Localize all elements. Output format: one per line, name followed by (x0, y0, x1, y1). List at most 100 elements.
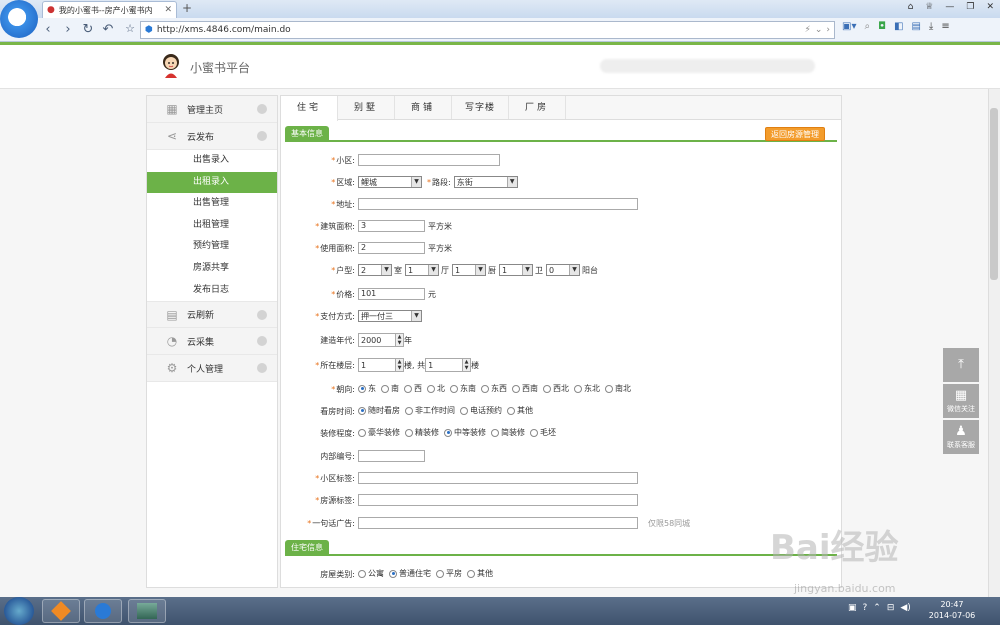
back-to-top-button[interactable]: ⤒ (943, 348, 979, 382)
tab-shop[interactable]: 商铺 (395, 96, 452, 119)
back-to-listing-button[interactable]: 返回房源管理 (765, 127, 825, 141)
orientation-option[interactable]: 南 (381, 383, 399, 394)
community-input[interactable] (358, 154, 500, 166)
expand-dot-icon[interactable] (257, 131, 267, 141)
stepper-arrows-icon[interactable]: ▲ ▼ (395, 359, 403, 371)
ad-input[interactable] (358, 517, 638, 529)
stepper-arrows-icon[interactable]: ▲ ▼ (395, 334, 403, 346)
kitchen-select[interactable]: 1 ▼ (452, 264, 486, 276)
viewing-option[interactable]: 随时看房 (358, 405, 400, 416)
radio-icon[interactable] (507, 406, 515, 415)
tray-app-icon[interactable]: ▣ (848, 603, 857, 613)
help-icon[interactable]: ? (863, 603, 868, 613)
radio-icon[interactable] (405, 428, 413, 437)
wechat-follow-button[interactable]: ▦ 微信关注 (943, 384, 979, 418)
blue-app-icon[interactable]: ◧ (894, 21, 903, 32)
room-select[interactable]: 2 ▼ (358, 264, 392, 276)
bath-select[interactable]: 1 ▼ (499, 264, 533, 276)
taskbar-app-image-icon[interactable] (128, 599, 166, 623)
scrollbar-thumb[interactable] (990, 108, 998, 280)
decoration-option[interactable]: 简装修 (491, 427, 525, 438)
decoration-option[interactable]: 豪华装修 (358, 427, 400, 438)
radio-icon[interactable] (358, 384, 366, 393)
start-button-icon[interactable] (4, 597, 34, 625)
lock-icon[interactable]: ⌂ (908, 2, 914, 12)
tab-factory[interactable]: 厂房 (509, 96, 566, 119)
network-icon[interactable]: ⊟ (887, 603, 895, 613)
taskbar-app-diamond-icon[interactable] (42, 599, 80, 623)
stepper-arrows-icon[interactable]: ▲ ▼ (462, 359, 471, 371)
radio-icon[interactable] (389, 569, 397, 578)
decoration-option[interactable]: 毛坯 (530, 427, 556, 438)
undo-icon[interactable]: ↶ (100, 22, 116, 38)
decoration-option[interactable]: 中等装修 (444, 427, 486, 438)
browser-tab[interactable]: ● 我的小蜜书--房产小蜜书内 ✕ (42, 1, 177, 18)
sidebar-item-cloud-publish[interactable]: ⋖ 云发布 (147, 123, 277, 150)
radio-icon[interactable] (427, 384, 435, 393)
tab-office[interactable]: 写字楼 (452, 96, 509, 119)
house-type-option[interactable]: 普通住宅 (389, 568, 431, 579)
taskbar-app-browser-icon[interactable] (84, 599, 122, 623)
dropdown-icon[interactable]: ⌄ (815, 25, 823, 35)
sidebar-sub-appointment[interactable]: 预约管理 (147, 236, 277, 258)
orientation-option[interactable]: 东 (358, 383, 376, 394)
expand-dot-icon[interactable] (257, 310, 267, 321)
radio-icon[interactable] (358, 406, 366, 415)
radio-icon[interactable] (450, 384, 458, 393)
radio-icon[interactable] (381, 384, 389, 393)
clock[interactable]: 20:47 2014-07-06 (922, 599, 982, 621)
viewing-option[interactable]: 电话预约 (460, 405, 502, 416)
use-area-input[interactable]: 2 (358, 242, 425, 254)
orientation-option[interactable]: 西 (404, 383, 422, 394)
sidebar-item-cloud-refresh[interactable]: ▤ 云刷新 (147, 301, 277, 329)
orientation-option[interactable]: 南北 (605, 383, 631, 394)
sidebar-sub-log[interactable]: 发布日志 (147, 280, 277, 302)
radio-icon[interactable] (460, 406, 468, 415)
search-icon[interactable]: ⌕ (864, 21, 870, 32)
shirt-icon[interactable]: ♕ (925, 2, 933, 12)
sidebar-sub-sale-entry[interactable]: 出售录入 (147, 150, 277, 172)
house-type-option[interactable]: 其他 (467, 568, 493, 579)
radio-icon[interactable] (491, 428, 499, 437)
sidebar-item-cloud-collect[interactable]: ◔ 云采集 (147, 328, 277, 356)
tab-residence[interactable]: 住宅 (281, 96, 338, 121)
road-select[interactable]: 东街 ▼ (453, 176, 518, 188)
site-logo-icon[interactable] (160, 52, 182, 78)
chevron-icon[interactable]: ⌃ (873, 603, 881, 613)
expand-dot-icon[interactable] (257, 336, 267, 347)
radio-icon[interactable] (574, 384, 582, 393)
expand-dot-icon[interactable] (257, 104, 267, 114)
orientation-option[interactable]: 东北 (574, 383, 600, 394)
close-icon[interactable]: ✕ (986, 2, 994, 12)
price-input[interactable]: 101 (358, 288, 425, 300)
volume-icon[interactable]: ◀) (900, 603, 910, 613)
radio-icon[interactable] (467, 569, 475, 578)
house-type-option[interactable]: 平房 (436, 568, 462, 579)
viewing-option[interactable]: 非工作时间 (405, 405, 455, 416)
decoration-option[interactable]: 精装修 (405, 427, 439, 438)
radio-icon[interactable] (436, 569, 444, 578)
contact-service-button[interactable]: ♟ 联系客服 (943, 420, 979, 454)
forward-icon[interactable]: › (60, 22, 76, 38)
grid-icon[interactable]: ▤ (911, 21, 920, 32)
sidebar-sub-rent-manage[interactable]: 出租管理 (147, 215, 277, 237)
radio-icon[interactable] (530, 428, 538, 437)
built-area-input[interactable]: 3 (358, 220, 425, 232)
sidebar-sub-sale-manage[interactable]: 出售管理 (147, 193, 277, 215)
new-tab-button[interactable]: + (180, 2, 194, 16)
radio-icon[interactable] (444, 428, 452, 437)
internal-no-input[interactable] (358, 450, 425, 462)
sidebar-item-personal[interactable]: ⚙ 个人管理 (147, 355, 277, 383)
browser-logo-icon[interactable]: ⊘ (0, 0, 38, 38)
star-icon[interactable]: ☆ (122, 21, 138, 37)
green-app-icon[interactable]: ◘ (878, 21, 886, 32)
community-tag-input[interactable] (358, 472, 638, 484)
orientation-option[interactable]: 西南 (512, 383, 538, 394)
radio-icon[interactable] (358, 428, 366, 437)
floor-stepper[interactable]: 1 ▲ ▼ (358, 358, 404, 372)
address-input[interactable] (358, 198, 638, 210)
expand-dot-icon[interactable] (257, 363, 267, 374)
house-type-option[interactable]: 公寓 (358, 568, 384, 579)
tab-villa[interactable]: 别墅 (338, 96, 395, 119)
refresh-icon[interactable]: ↻ (80, 22, 96, 38)
